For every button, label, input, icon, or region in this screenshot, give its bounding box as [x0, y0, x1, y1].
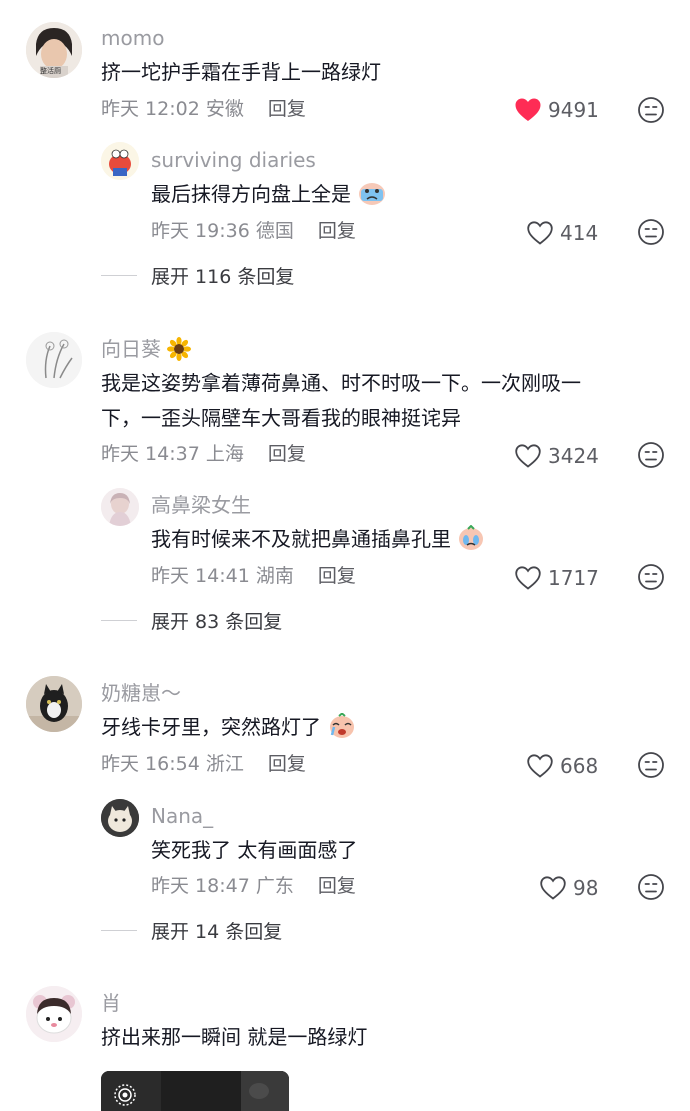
reply-text-row: 我有时候来不及就把鼻通插鼻孔里 [151, 522, 485, 557]
comment-text: 挤一坨护手霜在手背上一路绿灯 [101, 60, 381, 84]
avatar-image [101, 799, 139, 837]
dislike-icon[interactable] [637, 873, 665, 901]
like-button[interactable]: 98 [539, 875, 598, 901]
expand-replies-button[interactable]: 展开 83 条回复 [101, 607, 282, 634]
heart-icon [540, 876, 566, 900]
like-button[interactable]: 9491 [514, 97, 599, 123]
like-count: 1717 [548, 566, 599, 590]
reply-meta: 昨天 19:36 德国 回复 [151, 219, 356, 243]
avatar-image [101, 142, 139, 180]
reply-button[interactable]: 回复 [318, 220, 356, 242]
image-preview [101, 1071, 289, 1111]
comment-location: 浙江 [205, 753, 244, 775]
comment-location: 上海 [205, 443, 244, 465]
comment-text-line-2: 下，一歪头隔壁车大哥看我的眼神挺诧异 [101, 406, 461, 430]
reply-button[interactable]: 回复 [318, 565, 356, 587]
comment-time: 昨天 12:02 [101, 98, 200, 120]
divider [101, 275, 137, 276]
reply-text-row: 最后抹得方向盘上全是 [151, 177, 387, 212]
heart-icon [527, 221, 553, 245]
reply-button[interactable]: 回复 [318, 875, 356, 897]
comment-username[interactable]: momo [101, 26, 164, 50]
avatar-image [101, 488, 139, 526]
reply-avatar[interactable] [101, 142, 139, 180]
comment-text: 挤出来那一瞬间 就是一路绿灯 [101, 1025, 368, 1049]
dislike-icon[interactable] [637, 751, 665, 779]
crying-emoji-icon [459, 525, 484, 550]
comment-location: 安徽 [205, 98, 244, 120]
divider [101, 930, 137, 931]
avatar[interactable] [26, 332, 82, 388]
like-count: 9491 [548, 98, 599, 122]
avatar-image [26, 676, 82, 732]
avatar-image [26, 332, 82, 388]
expand-replies-button[interactable]: 展开 14 条回复 [101, 917, 282, 944]
heart-icon [515, 444, 541, 468]
dislike-icon[interactable] [637, 96, 665, 124]
like-count: 98 [573, 876, 599, 900]
reply-location: 广东 [255, 875, 294, 897]
reply-username[interactable]: 高鼻梁女生 [151, 493, 251, 517]
expand-replies-label: 展开 14 条回复 [151, 921, 283, 943]
avatar[interactable] [26, 986, 82, 1042]
comment-meta: 昨天 12:02 安徽 回复 [101, 97, 306, 121]
comment-time: 昨天 14:37 [101, 443, 200, 465]
comment-username[interactable]: 向日葵 [101, 337, 161, 361]
reply-text: 我有时候来不及就把鼻通插鼻孔里 [151, 527, 451, 551]
expand-replies-label: 展开 116 条回复 [151, 266, 295, 288]
reply-username[interactable]: Nana_ [151, 804, 213, 828]
reply-username[interactable]: surviving diaries [151, 148, 316, 172]
dislike-icon[interactable] [637, 563, 665, 591]
reply-location: 德国 [255, 220, 294, 242]
reply-button[interactable]: 回复 [268, 443, 306, 465]
reply-button[interactable]: 回复 [268, 753, 306, 775]
reply-text: 笑死我了 太有画面感了 [151, 838, 358, 862]
comment-time: 昨天 16:54 [101, 753, 200, 775]
sunflower-icon [167, 337, 192, 361]
heart-filled-icon [515, 98, 541, 121]
comment-username-row: 向日葵 [101, 337, 192, 361]
reply-time: 昨天 18:47 [151, 875, 250, 897]
like-button[interactable]: 668 [526, 753, 598, 779]
crying-emoji-icon [330, 713, 355, 738]
crying-emoji-icon [359, 183, 386, 205]
avatar[interactable]: 整活厕 [26, 22, 82, 78]
comment-text: 牙线卡牙里，突然路灯了 [101, 715, 321, 739]
reply-location: 湖南 [255, 565, 294, 587]
expand-replies-label: 展开 83 条回复 [151, 611, 283, 633]
avatar-image [26, 986, 82, 1042]
comment-text-line-1: 我是这姿势拿着薄荷鼻通、时不时吸一下。一次刚吸一 [101, 371, 581, 395]
reply-meta: 昨天 14:41 湖南 回复 [151, 564, 356, 588]
like-count: 668 [560, 754, 599, 778]
comment-text-row: 牙线卡牙里，突然路灯了 [101, 710, 357, 745]
like-button[interactable]: 3424 [514, 443, 599, 469]
comment-meta: 昨天 14:37 上海 回复 [101, 442, 306, 466]
comment-image[interactable] [101, 1071, 289, 1111]
reply-meta: 昨天 18:47 广东 回复 [151, 874, 356, 898]
reply-avatar[interactable] [101, 488, 139, 526]
dislike-icon[interactable] [637, 218, 665, 246]
avatar-caption: 整活厕 [40, 67, 61, 75]
like-button[interactable]: 414 [526, 220, 598, 246]
reply-time: 昨天 19:36 [151, 220, 250, 242]
reply-time: 昨天 14:41 [151, 565, 250, 587]
reply-button[interactable]: 回复 [268, 98, 306, 120]
comment-username[interactable]: 奶糖崽～ [101, 681, 181, 705]
dislike-icon[interactable] [637, 441, 665, 469]
like-button[interactable]: 1717 [514, 565, 599, 591]
like-count: 3424 [548, 444, 599, 468]
heart-icon [515, 566, 541, 590]
comment-meta: 昨天 16:54 浙江 回复 [101, 752, 306, 776]
avatar[interactable] [26, 676, 82, 732]
divider [101, 620, 137, 621]
like-count: 414 [560, 221, 599, 245]
heart-icon [527, 754, 553, 778]
expand-replies-button[interactable]: 展开 116 条回复 [101, 262, 294, 289]
reply-text: 最后抹得方向盘上全是 [151, 182, 351, 206]
reply-avatar[interactable] [101, 799, 139, 837]
comment-username[interactable]: 肖 [101, 991, 121, 1015]
